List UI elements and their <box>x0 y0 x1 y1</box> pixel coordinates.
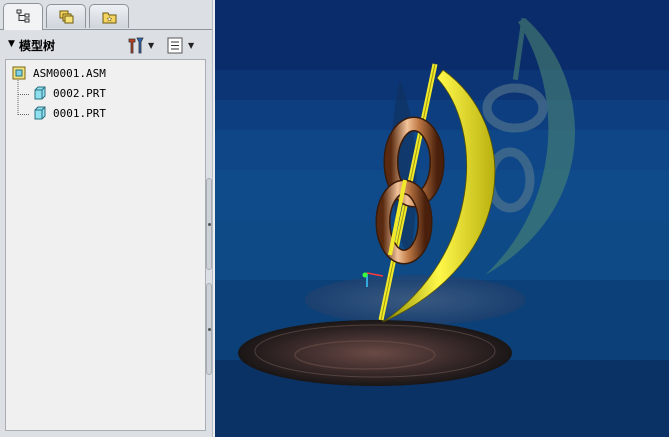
tools-dropdown-icon: ▼ <box>148 41 155 50</box>
collapse-arrow-icon[interactable]: ▼ <box>8 39 15 49</box>
layers-tab[interactable] <box>46 4 86 28</box>
tree-node-part[interactable]: 0002.PRT <box>30 85 200 103</box>
folder-star-icon <box>102 12 117 24</box>
part-icon <box>34 106 46 120</box>
model-tree-title: 模型树 <box>19 39 56 53</box>
tools-icon <box>128 37 144 54</box>
settings-dropdown-icon: ▼ <box>188 41 195 50</box>
model-tree-icon <box>16 9 30 23</box>
tree-tools-button[interactable]: ▼ <box>126 36 158 55</box>
tree-node-part[interactable]: 0001.PRT <box>30 105 200 123</box>
graphics-viewport[interactable] <box>215 0 669 437</box>
grip-dot <box>208 223 211 226</box>
tree-node-label: 0002.PRT <box>53 87 106 100</box>
model-tree-header: ▼ 模型树 ▼ ▼ <box>0 31 207 59</box>
assembly-icon <box>12 66 26 80</box>
grip-dot <box>208 328 211 331</box>
tree-settings-button[interactable]: ▼ <box>166 36 198 55</box>
background-band <box>215 0 669 70</box>
tree-settings-icon <box>167 37 183 54</box>
part-icon <box>34 86 46 100</box>
navigator-panel: ▼ 模型树 ▼ ▼ ASM0001.ASM 0002.PRT 0001.PRT <box>0 0 215 437</box>
tree-node-label: 0001.PRT <box>53 107 106 120</box>
base-disc <box>238 320 512 386</box>
favorites-tab[interactable] <box>89 4 129 28</box>
model-tree-tab[interactable] <box>3 3 43 30</box>
model-scene <box>215 0 669 437</box>
navigator-tabbar <box>0 0 215 30</box>
layers-icon <box>59 10 74 24</box>
model-tree: ASM0001.ASM 0002.PRT 0001.PRT <box>5 59 206 431</box>
tree-node-assembly[interactable]: ASM0001.ASM <box>10 65 200 83</box>
background-band <box>215 100 669 130</box>
tree-node-label: ASM0001.ASM <box>33 67 106 80</box>
